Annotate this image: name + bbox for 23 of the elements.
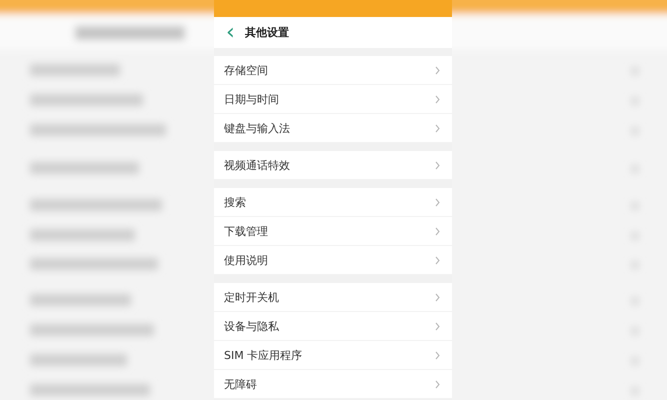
item-label: 下载管理 xyxy=(224,224,268,238)
chevron-icon xyxy=(435,226,440,236)
item-label: 存储空间 xyxy=(224,62,268,78)
item-label: 无障碍 xyxy=(224,376,257,392)
chevron-icon xyxy=(435,380,440,388)
chevron-icon xyxy=(435,292,440,302)
item-label: 日期与时间 xyxy=(224,92,279,106)
chevron-icon xyxy=(435,94,440,104)
chevron-icon xyxy=(435,198,440,206)
chevron-icon xyxy=(435,256,440,264)
screen-title: 其他设置 xyxy=(244,25,289,40)
item-label: 定时开关机 xyxy=(224,290,279,304)
chevron-icon xyxy=(435,350,440,360)
item-label: 键盘与输入法 xyxy=(224,120,290,136)
chevron-icon xyxy=(435,66,440,74)
item-label: 使用说明 xyxy=(224,252,268,268)
item-label: 视频通话特效 xyxy=(224,158,290,172)
item-label: 设备与隐私 xyxy=(224,318,279,334)
item-label: 搜索 xyxy=(224,194,246,210)
chevron-icon xyxy=(435,124,440,132)
item-label: SIM 卡应用程序 xyxy=(224,348,302,362)
chevron-icon xyxy=(435,160,440,170)
chevron-icon xyxy=(435,322,440,330)
